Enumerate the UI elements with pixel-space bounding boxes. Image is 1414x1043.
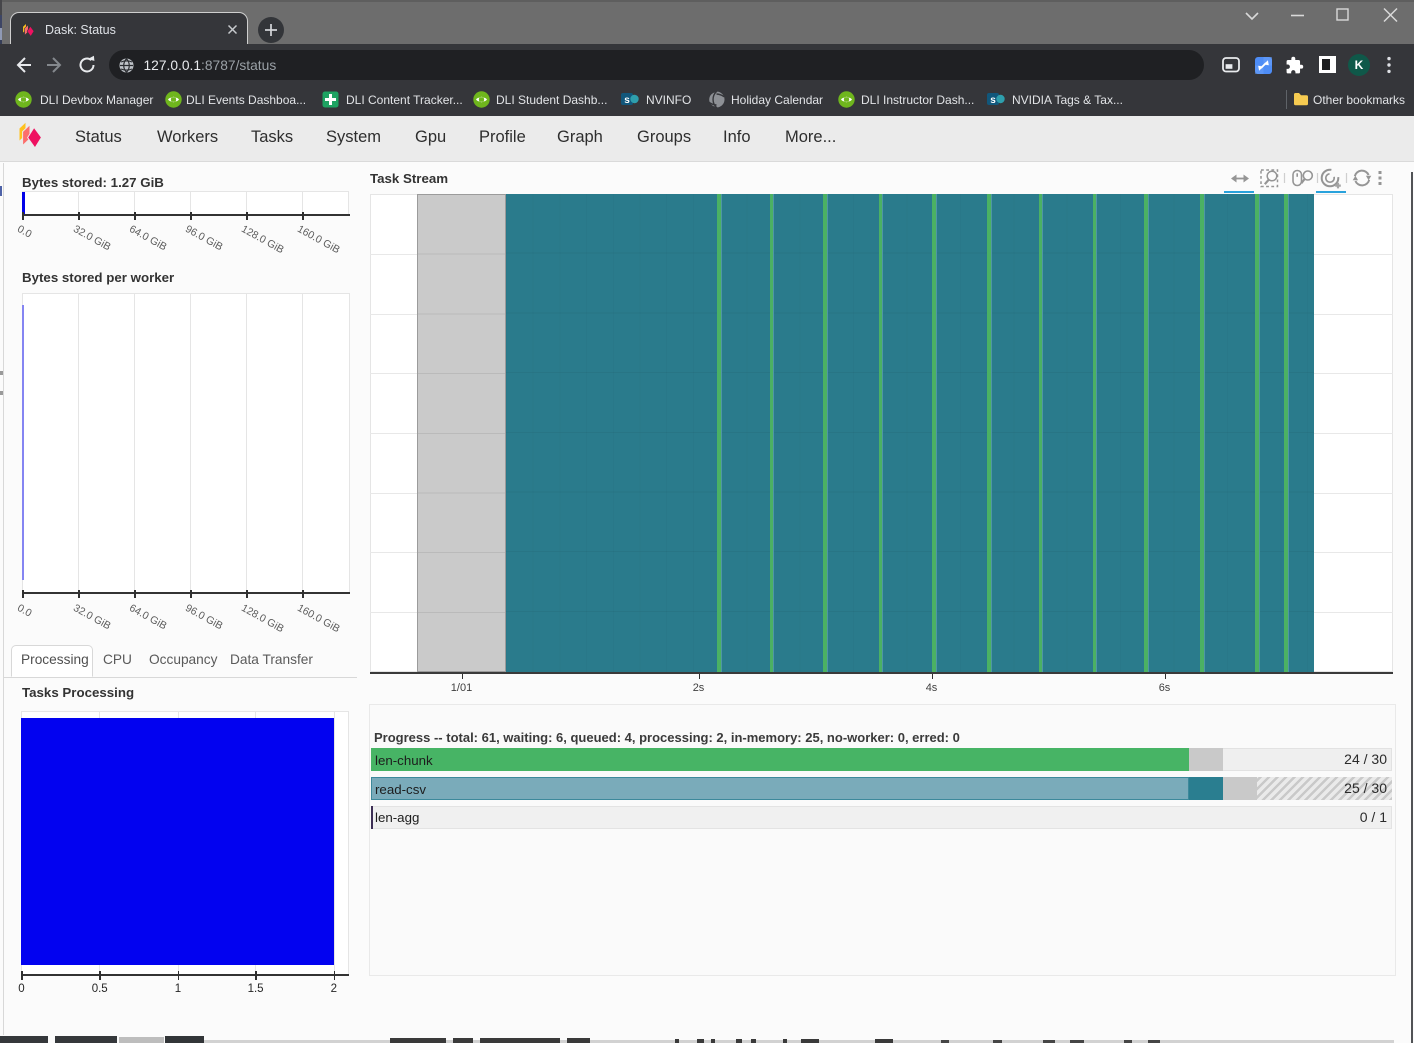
svg-text:s: s	[624, 95, 630, 106]
svg-text:s: s	[990, 95, 996, 106]
